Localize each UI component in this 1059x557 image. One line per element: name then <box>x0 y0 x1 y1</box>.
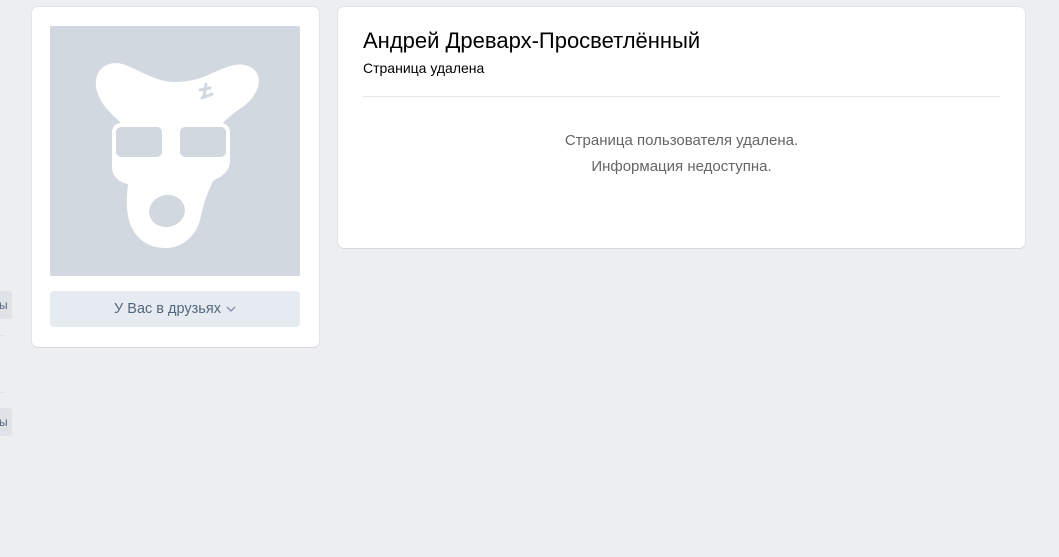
left-edge-button-2-label: ы <box>0 415 8 429</box>
left-edge-button-2[interactable]: ы <box>0 408 12 436</box>
avatar[interactable] <box>50 26 300 276</box>
friends-button-label: У Вас в друзьях <box>114 301 221 317</box>
left-edge-divider <box>0 335 6 336</box>
deleted-page-message: Страница пользователя удалена. Информаци… <box>338 128 1025 180</box>
divider <box>363 96 1000 97</box>
page: { "sidebar_edge": { "button_1_label": "ы… <box>0 0 1059 557</box>
chevron-down-icon <box>226 290 236 326</box>
profile-card: Андрей Древарх-Просветлённый Страница уд… <box>338 7 1025 248</box>
left-edge-button-1-label: ы <box>0 298 8 312</box>
profile-name: Андрей Древарх-Просветлённый <box>363 28 701 53</box>
left-edge-button-1[interactable]: ы <box>0 291 12 319</box>
left-edge-divider <box>0 392 6 393</box>
profile-status: Страница удалена <box>363 60 485 76</box>
deactivated-dog-icon <box>95 63 259 249</box>
deleted-message-line-2: Информация недоступна. <box>591 158 772 175</box>
friends-status-button[interactable]: У Вас в друзьях <box>50 291 300 327</box>
avatar-card: У Вас в друзьях <box>32 7 319 347</box>
deleted-message-line-1: Страница пользователя удалена. <box>564 132 799 149</box>
